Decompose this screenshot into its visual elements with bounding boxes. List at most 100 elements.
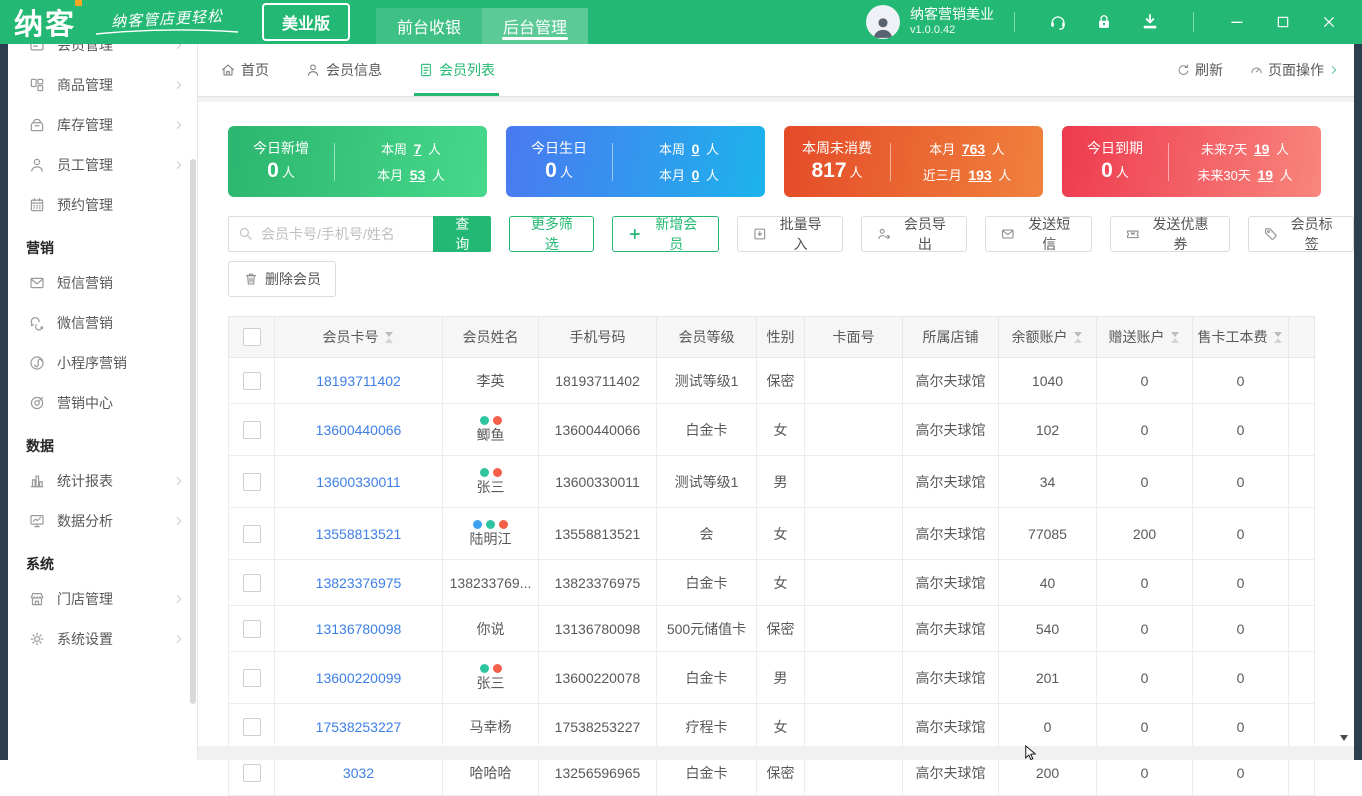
close-button[interactable]: [1321, 14, 1337, 30]
header-tab-前台收银[interactable]: 前台收银: [376, 8, 483, 44]
sidebar-item-统计报表[interactable]: 统计报表: [8, 461, 197, 501]
sidebar-item-营销中心[interactable]: 营销中心: [8, 383, 197, 423]
cell-level: 500元储值卡: [656, 605, 757, 652]
sidebar-item-会员管理[interactable]: 会员管理: [8, 44, 197, 65]
批量导入-button[interactable]: 批量导入: [736, 216, 843, 252]
更多筛选-button[interactable]: 更多筛选: [509, 216, 595, 252]
cell-phone: 13136780098: [538, 605, 657, 652]
cell-member-name: 你说: [442, 605, 539, 652]
sidebar-item-商品管理[interactable]: 商品管理: [8, 65, 197, 105]
cell-card-number[interactable]: 13136780098: [274, 605, 443, 652]
right-frame-strip: [1354, 44, 1362, 760]
cell-store: 高尔夫球馆: [902, 559, 999, 606]
stat-card-row[interactable]: 本月 0 人: [659, 165, 719, 184]
lock-icon[interactable]: [1094, 12, 1114, 32]
cell-fee: 0: [1192, 403, 1289, 456]
download-icon[interactable]: [1140, 12, 1160, 32]
row-checkbox[interactable]: [242, 619, 261, 638]
发送短信-button[interactable]: 发送短信: [985, 216, 1092, 252]
stat-card-value: 0人: [545, 158, 573, 182]
maximize-button[interactable]: [1275, 14, 1291, 30]
tab-会员信息[interactable]: 会员信息: [305, 44, 382, 96]
cell-card-number[interactable]: 17538253227: [274, 703, 443, 750]
cell-card-number[interactable]: 13600220099: [274, 651, 443, 704]
col-header-label: 会员卡号: [322, 329, 379, 345]
sidebar-scrollbar[interactable]: [190, 159, 196, 704]
search-input[interactable]: [228, 216, 433, 252]
tab-会员列表[interactable]: 会员列表: [414, 44, 499, 96]
cell-phone: 13600440066: [538, 403, 657, 456]
member-name-text: 张三: [476, 479, 505, 495]
sidebar-item-label: 统计报表: [57, 473, 113, 489]
member-name-text: 陆明江: [469, 531, 512, 547]
tab-首页[interactable]: 首页: [220, 44, 269, 96]
col-header-售卡工本费: 售卡工本费: [1192, 316, 1289, 358]
delete-member-button[interactable]: 删除会员: [228, 261, 336, 297]
col-header-label: 赠送账户: [1108, 329, 1165, 345]
stat-card-今日生日: 今日生日 0 人 本周 0 人本月 0 人: [506, 126, 765, 197]
page-ops-button[interactable]: 页面操作: [1249, 60, 1340, 80]
sidebar-item-员工管理[interactable]: 员工管理: [8, 145, 197, 185]
row-checkbox[interactable]: [242, 524, 261, 543]
cell-store: 高尔夫球馆: [902, 651, 999, 704]
row-checkbox[interactable]: [242, 717, 261, 736]
sort-icon[interactable]: [1073, 329, 1084, 345]
stat-card-row[interactable]: 本月 53 人: [377, 165, 445, 184]
scroll-down-button[interactable]: [1336, 731, 1351, 745]
analysis-icon: [28, 512, 46, 530]
cell-card-number[interactable]: 13600440066: [274, 403, 443, 456]
select-all-checkbox[interactable]: [242, 328, 261, 347]
member-tag-dots: [444, 415, 537, 425]
row-checkbox[interactable]: [242, 472, 261, 491]
sort-icon[interactable]: [1273, 329, 1284, 345]
新增会员-button[interactable]: 新增会员: [612, 216, 719, 252]
sidebar-item-门店管理[interactable]: 门店管理: [8, 579, 197, 619]
row-checkbox[interactable]: [242, 371, 261, 390]
会员导出-button[interactable]: 会员导出: [860, 216, 968, 252]
col-header-余额账户: 余额账户: [998, 316, 1097, 358]
support-icon[interactable]: [1048, 12, 1068, 32]
cell-card-number[interactable]: 13823376975: [274, 559, 443, 606]
edition-button[interactable]: 美业版: [262, 3, 351, 41]
cell-card-number[interactable]: 18193711402: [274, 357, 443, 404]
refresh-button[interactable]: 刷新: [1176, 60, 1223, 80]
cell-card-number[interactable]: 13600330011: [274, 455, 443, 508]
row-checkbox[interactable]: [242, 668, 261, 687]
minimize-button[interactable]: [1229, 14, 1245, 30]
row-checkbox[interactable]: [242, 763, 261, 782]
row-checkbox[interactable]: [242, 420, 261, 439]
refresh-icon: [1176, 63, 1191, 78]
page-tabbar: 首页 会员信息 会员列表 刷新 页面操作: [198, 44, 1354, 97]
sidebar-item-库存管理[interactable]: 库存管理: [8, 105, 197, 145]
cell-phone: 17538253227: [538, 703, 657, 750]
会员标签-button[interactable]: 会员标签: [1247, 216, 1355, 252]
stat-card-row[interactable]: 近三月 193 人: [923, 165, 1012, 184]
sidebar-item-label: 短信营销: [57, 275, 113, 291]
stat-card-row[interactable]: 本周 0 人: [659, 139, 719, 158]
sort-icon[interactable]: [384, 329, 395, 345]
avatar[interactable]: [866, 5, 900, 39]
cell-card-number[interactable]: 13558813521: [274, 507, 443, 560]
sidebar-item-数据分析[interactable]: 数据分析: [8, 501, 197, 541]
stat-card-row[interactable]: 本月 763 人: [929, 139, 1005, 158]
sidebar-item-系统设置[interactable]: 系统设置: [8, 619, 197, 659]
row-checkbox[interactable]: [242, 573, 261, 592]
horizontal-scrollbar[interactable]: [198, 746, 1354, 760]
cell-level: 疗程卡: [656, 703, 757, 750]
col-header-label: 性别: [766, 329, 795, 345]
sort-icon[interactable]: [1170, 329, 1181, 345]
button-label: 批量导入: [779, 216, 822, 252]
sidebar-item-小程序营销[interactable]: 小程序营销: [8, 343, 197, 383]
col-header-checkbox[interactable]: [228, 316, 275, 358]
发送优惠券-button[interactable]: 发送优惠券: [1109, 216, 1230, 252]
sidebar-item-微信营销[interactable]: 微信营销: [8, 303, 197, 343]
sidebar-item-短信营销[interactable]: 短信营销: [8, 263, 197, 303]
cell-balance: 40: [998, 559, 1097, 606]
header-tab-后台管理[interactable]: 后台管理: [482, 8, 589, 44]
stat-card-row[interactable]: 本周 7 人: [381, 139, 441, 158]
search-button[interactable]: 查询: [433, 216, 492, 252]
stat-card-row[interactable]: 未来30天 19 人: [1197, 165, 1292, 184]
sidebar-item-预约管理[interactable]: 预约管理: [8, 185, 197, 225]
stat-card-row[interactable]: 未来7天 19 人: [1201, 139, 1289, 158]
search-icon: [237, 225, 254, 242]
